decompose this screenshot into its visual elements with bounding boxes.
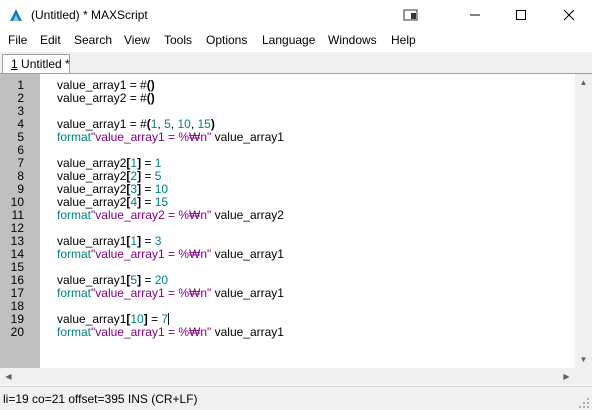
code-token: value_array2 = # [57, 91, 147, 105]
close-icon[interactable] [546, 0, 592, 30]
status-bar: li=19 co=21 offset=395 INS (CR+LF) [0, 386, 592, 410]
code-token: value_array1 = # [57, 78, 147, 92]
code-token: value_array1 [57, 312, 127, 326]
code-token: value_array1 [57, 273, 127, 287]
code-token: () [146, 78, 155, 92]
menu-edit[interactable]: Edit [40, 33, 61, 47]
code-token: 1 [154, 156, 162, 170]
code-token: format [57, 247, 92, 261]
menu-options[interactable]: Options [206, 33, 247, 47]
code-token: 20 [154, 273, 169, 287]
maximize-icon[interactable] [498, 0, 544, 30]
code-editor[interactable]: 1 2 3 4 5 6 7 8 9 10 11 12 13 14 15 16 17 18 19 20 value_ar… [0, 74, 575, 368]
code-token: 3 [154, 234, 162, 248]
code-token: = [141, 182, 155, 196]
code-token: value_array2 [57, 156, 127, 170]
code-token: 7 [161, 312, 169, 326]
code-token: = [141, 234, 155, 248]
code-token: ) [210, 117, 215, 131]
code-token: value_array1 [211, 130, 284, 144]
restore-down-icon[interactable] [388, 0, 434, 30]
code-token: = [141, 156, 155, 170]
horizontal-scrollbar[interactable]: ◀ ▶ [0, 368, 575, 385]
code-token: = [141, 195, 155, 209]
size-grip-icon[interactable] [578, 397, 590, 409]
code-token: 15 [197, 117, 211, 131]
tab-untitled[interactable]: 1 Untitled * [2, 54, 70, 73]
menu-bar: File Edit Search View Tools Options Lang… [0, 30, 592, 52]
code-token: 10 [154, 182, 169, 196]
vertical-scrollbar[interactable]: ▲ ▼ [575, 74, 592, 368]
code-token: value_array1 [211, 286, 284, 300]
code-token: 10 [130, 312, 144, 326]
code-token: = [141, 169, 155, 183]
text-caret [168, 313, 170, 325]
code-token: "value_array1 = %₩n" [91, 325, 212, 339]
code-line: format"value_array1 = %₩n" value_array1 [57, 287, 284, 300]
scroll-up-icon[interactable]: ▲ [575, 74, 592, 91]
menu-view[interactable]: View [124, 33, 150, 47]
code-token: format [57, 325, 92, 339]
scroll-left-icon[interactable]: ◀ [0, 368, 17, 385]
code-token: 10 [177, 117, 191, 131]
code-token: () [146, 91, 155, 105]
code-token: value_array1 [57, 234, 127, 248]
code-token: "value_array1 = %₩n" [91, 247, 212, 261]
minimize-icon[interactable] [452, 0, 498, 30]
code-token: value_array1 = # [57, 117, 147, 131]
code-token: "value_array1 = %₩n" [91, 130, 212, 144]
code-token: format [57, 130, 92, 144]
scroll-down-icon[interactable]: ▼ [575, 351, 592, 368]
code-token: 5 [164, 117, 171, 131]
code-line: format"value_array1 = %₩n" value_array1 [57, 131, 284, 144]
menu-help[interactable]: Help [391, 33, 416, 47]
line-number: 20 [10, 325, 24, 339]
menu-file[interactable]: File [8, 33, 27, 47]
code-token: format [57, 286, 92, 300]
code-token: value_array1 [211, 247, 284, 261]
code-line: format"value_array1 = %₩n" value_array1 [57, 248, 284, 261]
code-token: value_array1 [211, 325, 284, 339]
code-token: "value_array1 = %₩n" [91, 286, 212, 300]
code-line: format"value_array1 = %₩n" value_array1 [57, 326, 284, 339]
menu-windows[interactable]: Windows [328, 33, 377, 47]
code-token: "value_array2 = %₩n" [91, 208, 212, 222]
code-token: value_array2 [57, 169, 127, 183]
code-token: = [147, 312, 162, 326]
code-token: value_array2 [57, 182, 127, 196]
tab-label: Untitled * [21, 57, 70, 71]
window-title: (Untitled) * MAXScript [31, 8, 148, 22]
code-token: value_array2 [211, 208, 284, 222]
code-token: = [141, 273, 155, 287]
code-token: 5 [154, 169, 162, 183]
tab-strip: 1 Untitled * [0, 52, 592, 74]
status-text: li=19 co=21 offset=395 INS (CR+LF) [3, 392, 198, 406]
code-token: format [57, 208, 92, 222]
menu-language[interactable]: Language [262, 33, 315, 47]
scroll-right-icon[interactable]: ▶ [558, 368, 575, 385]
code-line: format"value_array2 = %₩n" value_array2 [57, 209, 284, 222]
scroll-corner [575, 368, 592, 385]
tab-number: 1 [11, 57, 18, 71]
code-token: value_array2 [57, 195, 127, 209]
menu-search[interactable]: Search [74, 33, 112, 47]
title-bar: (Untitled) * MAXScript [0, 0, 592, 30]
code-line: value_array2 = #() [57, 92, 155, 105]
code-token: 15 [154, 195, 169, 209]
menu-tools[interactable]: Tools [164, 33, 192, 47]
app-icon [10, 9, 22, 21]
